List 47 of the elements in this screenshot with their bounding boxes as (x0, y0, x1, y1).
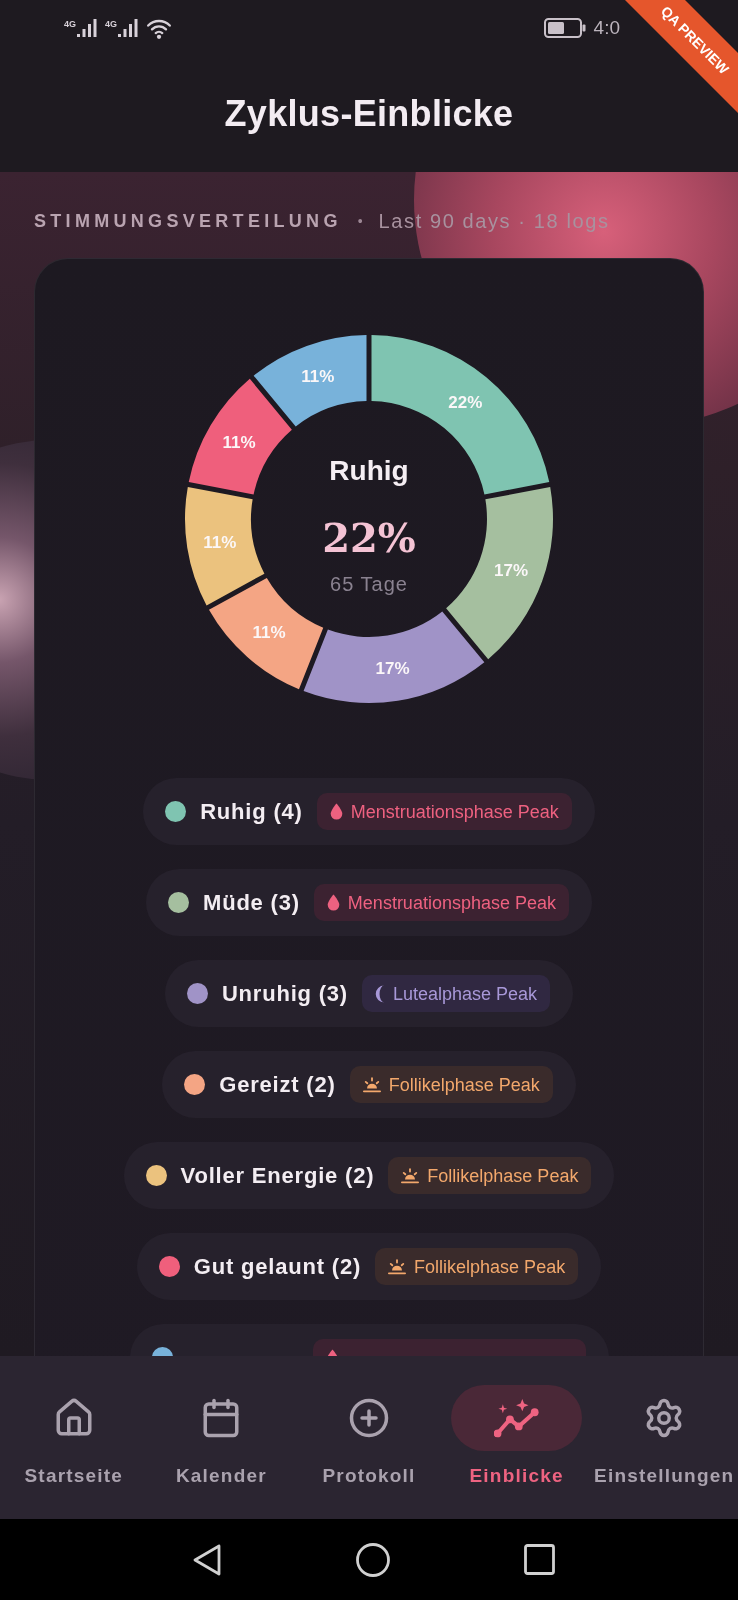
nav-tab[interactable]: Einstellungen (590, 1356, 738, 1519)
network-label: 4G (64, 19, 76, 29)
center-detail: 65 Tage (330, 572, 408, 596)
mood-label: Ruhig (4) (200, 797, 303, 826)
back-icon[interactable] (192, 1542, 222, 1577)
phase-label: Lutealphase Peak (393, 982, 538, 1005)
slice-label: 11% (301, 367, 335, 387)
section-title: STIMMUNGSVERTEILUNG (34, 210, 342, 232)
drop-icon (329, 803, 343, 820)
slice-label: 11% (203, 533, 237, 553)
nav-tab[interactable]: Kalender (147, 1356, 296, 1519)
mood-label: Gereizt (2) (219, 1070, 336, 1099)
phase-label: Follikelphase Peak (427, 1164, 579, 1187)
nav-tab[interactable]: Protokoll (295, 1356, 443, 1519)
mood-label: Gut gelaunt (2) (193, 1252, 362, 1281)
moon-icon (375, 984, 385, 1003)
mood-label: Voller Energie (2) (180, 1161, 375, 1190)
sunrise-icon (401, 1167, 420, 1184)
slice-label: 17% (375, 658, 410, 678)
slice-label: 17% (494, 560, 529, 580)
page-title: Zyklus-Einblicke (224, 93, 514, 135)
signal-icon (77, 19, 97, 37)
square-icon[interactable] (523, 1544, 555, 1575)
phase-label: Follikelphase Peak (414, 1255, 566, 1278)
drop-icon (326, 894, 340, 911)
phase-label: Menstruationsphase Peak (347, 891, 556, 914)
separator-dot: • (357, 212, 363, 231)
center-label: Ruhig (329, 455, 409, 487)
network-label: 4G (105, 19, 118, 29)
signal-icon (118, 19, 139, 37)
circle-icon[interactable] (356, 1542, 390, 1577)
sunrise-icon (388, 1258, 407, 1275)
nav-tab[interactable]: Einblicke (442, 1356, 591, 1519)
wifi-icon (146, 17, 173, 39)
center-percent: 22% (322, 515, 416, 561)
slice-label: 11% (222, 432, 256, 452)
plus-circle-icon (348, 1396, 390, 1439)
slice-label: 22% (448, 393, 483, 413)
nav-tab[interactable]: Startseite (0, 1356, 148, 1519)
mood-label: Müde (3) (203, 888, 300, 917)
status-time: 4:0 (593, 16, 620, 40)
mood-label: Unruhig (3) (221, 979, 348, 1008)
phase-label: Follikelphase Peak (388, 1073, 540, 1096)
slice-label: 11% (252, 622, 286, 642)
sunrise-icon (362, 1076, 381, 1093)
battery-icon (543, 18, 586, 38)
phase-label: Menstruationsphase Peak (350, 800, 559, 823)
